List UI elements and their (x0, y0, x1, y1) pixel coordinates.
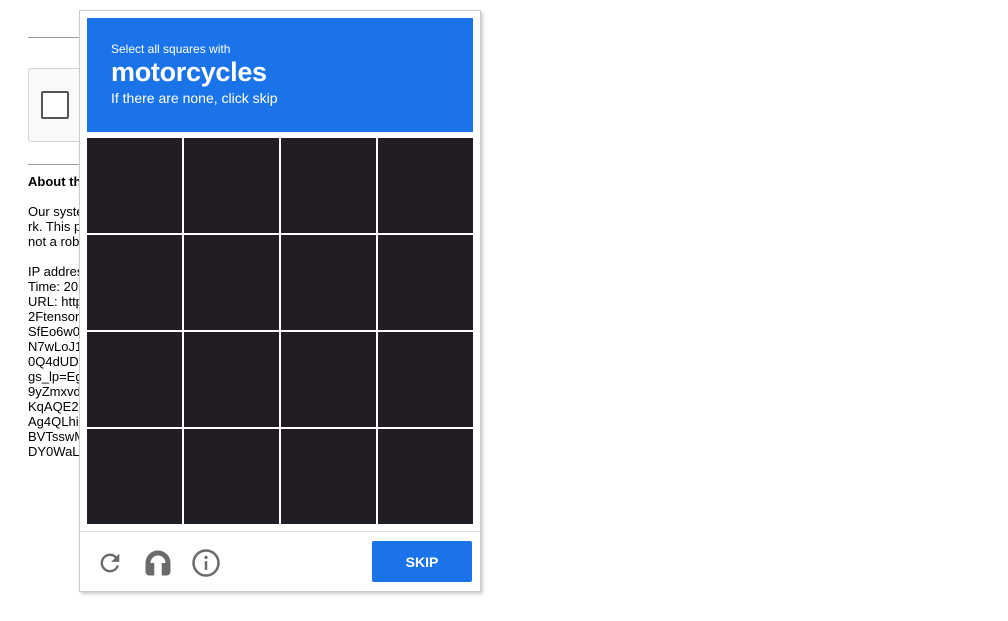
image-tile[interactable] (184, 332, 279, 427)
about-text-line: SfEo6w0 (28, 324, 81, 339)
about-text-line: Time: 20 (28, 279, 79, 294)
tile-image (87, 138, 182, 233)
image-tile[interactable] (281, 138, 376, 233)
about-text-line: not a rob (28, 234, 80, 249)
about-text-line: BVTsswM (28, 429, 86, 444)
image-tile[interactable] (184, 235, 279, 330)
about-text-line (28, 249, 85, 264)
tile-image (378, 138, 473, 233)
image-tile[interactable] (87, 332, 182, 427)
image-tile[interactable] (378, 138, 473, 233)
image-tile-grid (87, 138, 473, 524)
about-text-line: DY0WaL (28, 444, 80, 459)
about-heading: About th (28, 174, 82, 189)
tile-image (378, 429, 473, 524)
about-text-line: IP addres (28, 264, 84, 279)
tile-image (87, 429, 182, 524)
captcha-challenge-dialog: Select all squares with motorcycles If t… (79, 10, 481, 592)
challenge-prompt: Select all squares with motorcycles If t… (87, 18, 473, 132)
page-divider-bottom (28, 164, 80, 165)
tile-image (184, 138, 279, 233)
about-text: Our syste rk. This p not a rob IP addres Tim… (28, 204, 85, 459)
tile-image (87, 332, 182, 427)
info-button[interactable] (190, 547, 222, 579)
footer-divider (80, 531, 480, 532)
tile-image (378, 235, 473, 330)
info-icon (192, 549, 220, 577)
image-tile[interactable] (378, 332, 473, 427)
audio-challenge-button[interactable] (142, 547, 174, 579)
about-text-line: N7wLoJ1 (28, 339, 83, 354)
tile-image (281, 235, 376, 330)
image-tile[interactable] (378, 429, 473, 524)
prompt-lead-text: Select all squares with (111, 42, 231, 56)
tile-image (87, 235, 182, 330)
about-text-line: Our syste (28, 204, 84, 219)
page-divider-top (28, 37, 80, 38)
about-text-line: URL: http (28, 294, 83, 309)
image-tile[interactable] (87, 138, 182, 233)
tile-image (378, 332, 473, 427)
about-text-line: 0Q4dUD (28, 354, 79, 369)
about-text-line: 2Ftensor (28, 309, 80, 324)
prompt-sub-text: If there are none, click skip (111, 90, 278, 106)
about-text-line: 9yZmxvd (28, 384, 81, 399)
reload-icon (100, 553, 120, 573)
not-robot-checkbox[interactable] (41, 91, 69, 119)
about-text-line: gs_lp=Eg (28, 369, 83, 384)
tile-image (281, 138, 376, 233)
image-tile[interactable] (378, 235, 473, 330)
image-tile[interactable] (87, 429, 182, 524)
tile-image (184, 235, 279, 330)
image-tile[interactable] (184, 138, 279, 233)
tile-image (184, 429, 279, 524)
about-text-line: rk. This p (28, 219, 82, 234)
skip-button[interactable]: SKIP (372, 541, 472, 582)
tile-image (281, 332, 376, 427)
image-tile[interactable] (184, 429, 279, 524)
tile-image (184, 332, 279, 427)
image-tile[interactable] (281, 429, 376, 524)
about-text-line: Ag4QLhi (28, 414, 79, 429)
image-tile[interactable] (281, 332, 376, 427)
headphones-icon (145, 550, 171, 576)
reload-button[interactable] (94, 547, 126, 579)
image-tile[interactable] (87, 235, 182, 330)
image-tile[interactable] (281, 235, 376, 330)
prompt-keyword: motorcycles (111, 57, 267, 87)
tile-image (281, 429, 376, 524)
about-text-line: KqAQE2 (28, 399, 79, 414)
